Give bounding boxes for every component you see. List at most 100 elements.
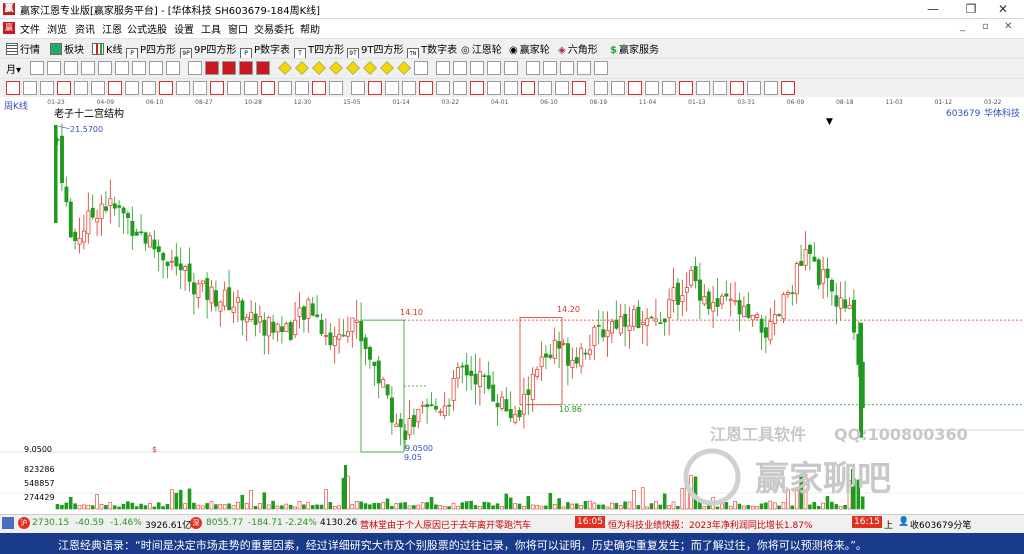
- right-icon[interactable]: [256, 61, 270, 75]
- menu-formula-screen[interactable]: 公式选股: [127, 21, 167, 36]
- diamond-c-icon[interactable]: [312, 61, 326, 75]
- mdi-minimize-button[interactable]: _: [960, 21, 965, 32]
- analysis-tool-11-icon[interactable]: [176, 81, 190, 95]
- analysis-tool-26-icon[interactable]: [436, 81, 450, 95]
- gann-wheel-button[interactable]: ◎ 江恩轮: [461, 41, 502, 56]
- analysis-tool-31-icon[interactable]: [521, 81, 535, 95]
- analysis-tool-19-icon[interactable]: [312, 81, 326, 95]
- keyboard-icon[interactable]: [504, 61, 518, 75]
- analysis-tool-42-icon[interactable]: [713, 81, 727, 95]
- hand-icon[interactable]: [436, 61, 450, 75]
- analysis-tool-36-icon[interactable]: [611, 81, 625, 95]
- diamond-d-icon[interactable]: [329, 61, 343, 75]
- first-icon[interactable]: [205, 61, 219, 75]
- print-icon[interactable]: [543, 61, 557, 75]
- rise-arrow-icon[interactable]: [188, 61, 202, 75]
- analysis-tool-21-icon[interactable]: [351, 81, 365, 95]
- menu-gann[interactable]: 江恩: [102, 21, 122, 36]
- diamond-e-icon[interactable]: [346, 61, 360, 75]
- menu-help[interactable]: 帮助: [300, 21, 320, 36]
- analysis-tool-12-icon[interactable]: [193, 81, 207, 95]
- analysis-tool-14-icon[interactable]: [227, 81, 241, 95]
- analysis-tool-18-icon[interactable]: [295, 81, 309, 95]
- kline-chart[interactable]: 周K线 老子十二宫结构 ▼ 603679 华体科技 01-23 04-09 06-1…: [0, 97, 1024, 513]
- text-icon[interactable]: [470, 61, 484, 75]
- diamond-h-icon[interactable]: [397, 61, 411, 75]
- analysis-tool-7-icon[interactable]: [108, 81, 122, 95]
- grid-status-icon[interactable]: [2, 517, 14, 529]
- news-ticker-2[interactable]: 恒为科技业绩快报：2023年净利润同比增长1.87%: [608, 518, 813, 531]
- menu-tools[interactable]: 工具: [201, 21, 221, 36]
- mdi-close-button[interactable]: ✕: [1004, 21, 1012, 32]
- analysis-tool-33-icon[interactable]: [555, 81, 569, 95]
- analysis-tool-16-icon[interactable]: [261, 81, 275, 95]
- analysis-tool-24-icon[interactable]: [402, 81, 416, 95]
- menu-file[interactable]: 文件: [20, 21, 40, 36]
- bar-up-icon[interactable]: [64, 61, 78, 75]
- calc-icon[interactable]: [487, 61, 501, 75]
- copy-icon[interactable]: [560, 61, 574, 75]
- news-ticker-1[interactable]: 营林堂由于个人原因已于去年离开零跑汽车: [360, 518, 531, 531]
- analysis-tool-30-icon[interactable]: [504, 81, 518, 95]
- chart-dropdown-icon[interactable]: ▼: [826, 117, 833, 127]
- analysis-tool-6-icon[interactable]: [91, 81, 105, 95]
- winner-service-button[interactable]: $ 赢家服务: [610, 41, 659, 56]
- screen-icon[interactable]: [577, 61, 591, 75]
- zoom-in-icon[interactable]: [30, 61, 44, 75]
- analysis-tool-40-icon[interactable]: [679, 81, 693, 95]
- analysis-tool-17-icon[interactable]: [278, 81, 292, 95]
- analysis-tool-1-icon[interactable]: [6, 81, 20, 95]
- period-select[interactable]: 月▾: [6, 61, 21, 76]
- crosshair-icon[interactable]: [453, 61, 467, 75]
- bar-level-icon[interactable]: [98, 61, 112, 75]
- analysis-tool-15-icon[interactable]: [244, 81, 258, 95]
- analysis-tool-39-icon[interactable]: [662, 81, 676, 95]
- diamond-b-icon[interactable]: [295, 61, 309, 75]
- analysis-tool-28-icon[interactable]: [470, 81, 484, 95]
- candle-c-icon[interactable]: [149, 61, 163, 75]
- analysis-tool-8-icon[interactable]: [125, 81, 139, 95]
- diamond-a-icon[interactable]: [278, 61, 292, 75]
- analysis-tool-10-icon[interactable]: [159, 81, 173, 95]
- zoom-out-icon[interactable]: [47, 61, 61, 75]
- export-icon[interactable]: [594, 61, 608, 75]
- menu-window[interactable]: 窗口: [228, 21, 248, 36]
- menu-trade[interactable]: 交易委托: [254, 21, 294, 36]
- analysis-tool-2-icon[interactable]: [23, 81, 37, 95]
- analysis-tool-20-icon[interactable]: [329, 81, 343, 95]
- analysis-tool-41-icon[interactable]: [696, 81, 710, 95]
- list-icon[interactable]: [414, 61, 428, 75]
- analysis-tool-43-icon[interactable]: [730, 81, 744, 95]
- analysis-tool-3-icon[interactable]: [40, 81, 54, 95]
- analysis-tool-23-icon[interactable]: [385, 81, 399, 95]
- diamond-f-icon[interactable]: [363, 61, 377, 75]
- analysis-tool-35-icon[interactable]: [594, 81, 608, 95]
- document-icon[interactable]: 赢: [3, 22, 15, 34]
- menu-settings[interactable]: 设置: [174, 21, 194, 36]
- analysis-tool-37-icon[interactable]: [628, 81, 642, 95]
- prev-icon[interactable]: [222, 61, 236, 75]
- mdi-restore-button[interactable]: ▫: [982, 21, 989, 32]
- close-button[interactable]: ✕: [980, 0, 1024, 18]
- analysis-tool-27-icon[interactable]: [453, 81, 467, 95]
- candle-a-icon[interactable]: [115, 61, 129, 75]
- analysis-tool-46-icon[interactable]: [781, 81, 795, 95]
- winner-wheel-button[interactable]: ◉ 赢家轮: [509, 41, 550, 56]
- analysis-tool-32-icon[interactable]: [538, 81, 552, 95]
- kline-button[interactable]: K线: [92, 41, 123, 56]
- analysis-tool-45-icon[interactable]: [764, 81, 778, 95]
- analysis-tool-34-icon[interactable]: [572, 81, 586, 95]
- analysis-tool-13-icon[interactable]: [210, 81, 224, 95]
- analysis-tool-44-icon[interactable]: [747, 81, 761, 95]
- tick-detail-label[interactable]: 收603679分笔: [910, 518, 971, 531]
- menu-browse[interactable]: 浏览: [47, 21, 67, 36]
- menu-news[interactable]: 资讯: [75, 21, 95, 36]
- diamond-g-icon[interactable]: [380, 61, 394, 75]
- candle-b-icon[interactable]: [132, 61, 146, 75]
- sector-button[interactable]: 板块: [50, 41, 84, 56]
- bar-down-icon[interactable]: [81, 61, 95, 75]
- analysis-tool-5-icon[interactable]: [74, 81, 88, 95]
- analysis-tool-4-icon[interactable]: [57, 81, 71, 95]
- candle-d-icon[interactable]: [166, 61, 180, 75]
- left-icon[interactable]: [239, 61, 253, 75]
